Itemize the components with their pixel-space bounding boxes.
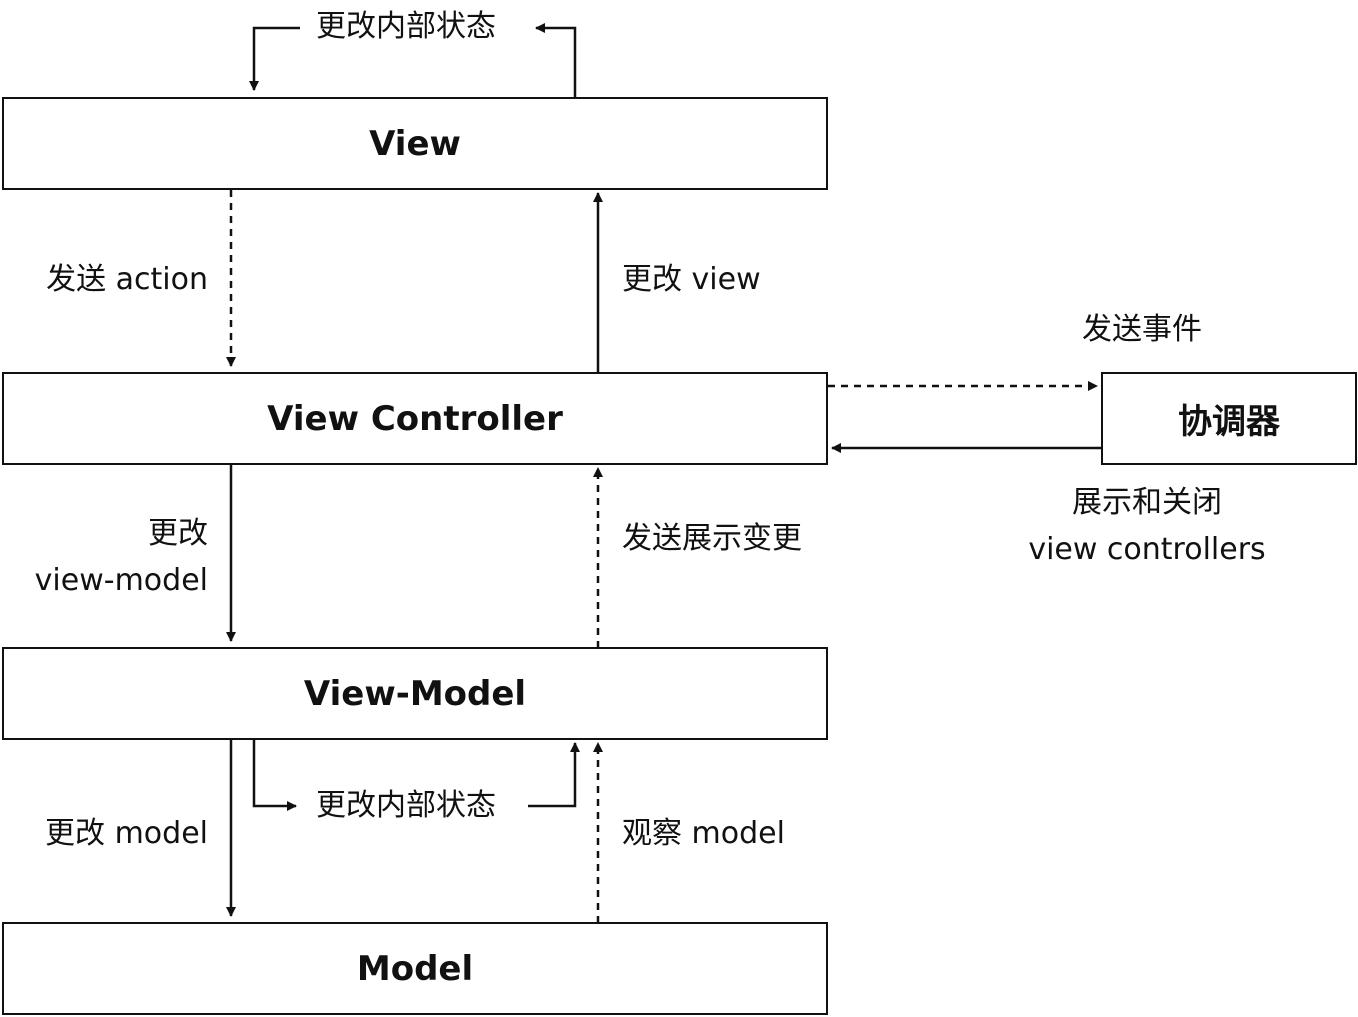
view-model-box: View-Model bbox=[2, 647, 828, 740]
view-controller-box: View Controller bbox=[2, 372, 828, 465]
view-model-box-label: View-Model bbox=[303, 673, 527, 714]
change-view-model-label-line2: view-model bbox=[34, 563, 208, 598]
model-box-label: Model bbox=[356, 948, 474, 989]
view-controller-box-label: View Controller bbox=[267, 398, 563, 439]
viewmodel-internal-state-arrow-right bbox=[528, 742, 580, 808]
architecture-diagram: View View Controller View-Model Model 协调… bbox=[0, 0, 1358, 1017]
send-event-label: 发送事件 bbox=[1082, 312, 1202, 347]
present-dismiss-label-line1: 展示和关闭 bbox=[1072, 485, 1222, 520]
view-internal-state-arrow-right bbox=[535, 23, 577, 98]
observe-model-label: 观察 model bbox=[622, 816, 785, 851]
send-action-label: 发送 action bbox=[46, 262, 208, 297]
model-box: Model bbox=[2, 922, 828, 1015]
viewmodel-internal-state-label: 更改内部状态 bbox=[316, 788, 496, 823]
change-model-label: 更改 model bbox=[45, 816, 208, 851]
view-box-label: View bbox=[369, 123, 461, 164]
coordinator-box-label: 协调器 bbox=[1178, 402, 1280, 442]
view-box: View bbox=[2, 97, 828, 190]
change-view-model-label-line1: 更改 bbox=[148, 516, 208, 551]
view-internal-state-arrow-left bbox=[249, 26, 300, 91]
viewmodel-internal-state-arrow-left bbox=[252, 737, 297, 811]
change-view-label: 更改 view bbox=[622, 262, 761, 297]
coordinator-box: 协调器 bbox=[1101, 372, 1357, 465]
present-dismiss-label-line2: view controllers bbox=[1028, 532, 1266, 567]
view-internal-state-label: 更改内部状态 bbox=[316, 9, 496, 44]
send-presentation-change-label: 发送展示变更 bbox=[622, 521, 802, 556]
